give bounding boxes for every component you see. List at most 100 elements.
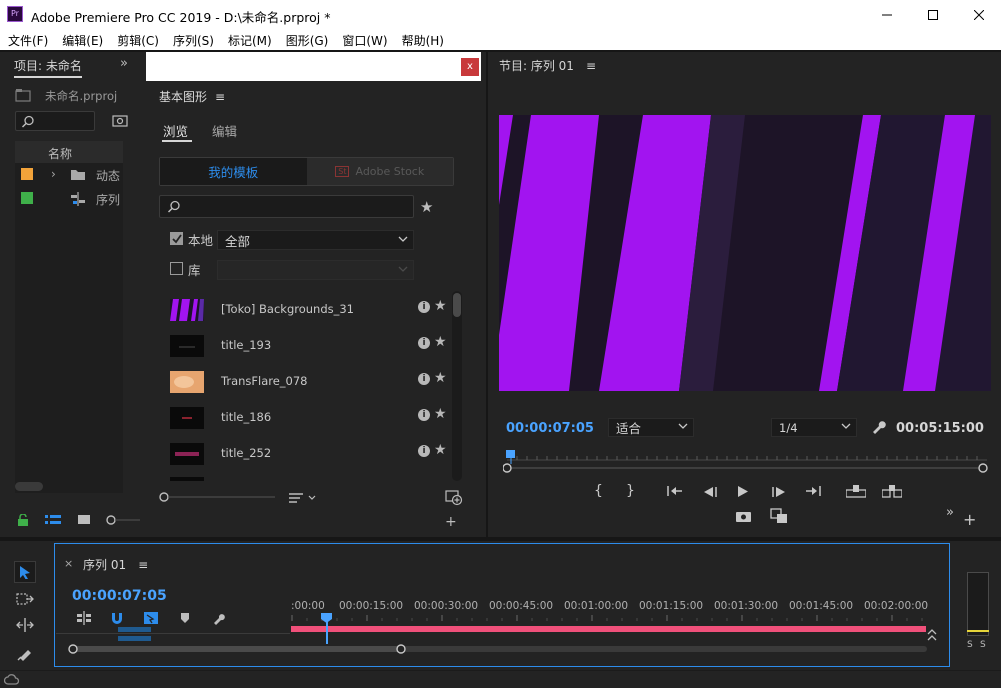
library-dropdown[interactable] bbox=[217, 260, 414, 280]
find-icon[interactable] bbox=[112, 114, 128, 128]
project-search-input[interactable] bbox=[15, 111, 95, 131]
selection-tool[interactable] bbox=[14, 561, 36, 583]
mark-in-icon[interactable]: { bbox=[594, 483, 603, 499]
step-forward-icon[interactable] bbox=[772, 486, 786, 498]
source-patch-indicator[interactable] bbox=[118, 627, 151, 632]
menu-edit[interactable]: 编辑(E) bbox=[62, 32, 103, 49]
button-editor-overflow-icon[interactable]: » bbox=[946, 505, 954, 520]
template-scrollbar-thumb[interactable] bbox=[453, 293, 461, 317]
monitor-time-ruler[interactable] bbox=[503, 450, 989, 474]
solo-left-button[interactable]: S bbox=[967, 640, 973, 650]
label-color-swatch[interactable] bbox=[21, 192, 33, 204]
new-item-icon[interactable] bbox=[445, 490, 463, 506]
close-window-button[interactable] bbox=[956, 0, 1001, 30]
comparison-view-icon[interactable] bbox=[770, 508, 788, 524]
local-checkbox[interactable] bbox=[170, 232, 183, 245]
tab-edit[interactable]: 编辑 bbox=[212, 121, 237, 140]
template-scrollbar-track[interactable] bbox=[452, 291, 462, 481]
menu-sequence[interactable]: 序列(S) bbox=[173, 32, 214, 49]
template-item[interactable]: TransFlare_078 i ★ bbox=[159, 367, 449, 403]
sort-menu-icon[interactable] bbox=[289, 492, 319, 504]
menu-clip[interactable]: 剪辑(C) bbox=[117, 32, 159, 49]
extract-icon[interactable] bbox=[882, 484, 902, 498]
favorites-star-icon[interactable]: ★ bbox=[420, 198, 433, 216]
menu-window[interactable]: 窗口(W) bbox=[342, 32, 387, 49]
library-checkbox[interactable] bbox=[170, 262, 183, 275]
lock-icon[interactable] bbox=[17, 514, 29, 526]
info-icon[interactable]: i bbox=[418, 445, 430, 457]
close-tab-icon[interactable]: × bbox=[64, 557, 73, 570]
go-to-out-icon[interactable] bbox=[805, 485, 821, 497]
timeline-timecode[interactable]: 00:00:07:05 bbox=[72, 588, 167, 604]
menu-file[interactable]: 文件(F) bbox=[8, 32, 48, 49]
star-icon[interactable]: ★ bbox=[434, 442, 447, 458]
resolution-dropdown[interactable]: 1/4 bbox=[771, 418, 857, 437]
template-item[interactable]: title_193 i ★ bbox=[159, 331, 449, 367]
timeline-zoom-scrollbar[interactable] bbox=[66, 643, 928, 655]
wrench-settings-icon[interactable] bbox=[870, 419, 886, 435]
insert-nest-icon[interactable] bbox=[76, 611, 92, 625]
zoom-slider-icon[interactable] bbox=[105, 514, 140, 526]
my-templates-button[interactable]: 我的模板 bbox=[160, 158, 307, 185]
minimize-button[interactable] bbox=[864, 0, 910, 30]
star-icon[interactable]: ★ bbox=[434, 406, 447, 422]
star-icon[interactable]: ★ bbox=[434, 334, 447, 350]
thumbnail-size-slider[interactable] bbox=[159, 491, 277, 503]
fit-dropdown[interactable]: 适合 bbox=[608, 418, 694, 437]
timeline-ruler-ticks[interactable] bbox=[291, 613, 927, 621]
project-scrollbar-thumb[interactable] bbox=[15, 482, 43, 491]
add-button-icon[interactable]: + bbox=[445, 514, 457, 530]
template-search-input[interactable] bbox=[159, 195, 414, 218]
maximize-button[interactable] bbox=[910, 0, 956, 30]
local-folder-dropdown[interactable]: 全部 bbox=[217, 230, 414, 250]
template-item[interactable]: title_186 i ★ bbox=[159, 403, 449, 439]
razor-tool[interactable] bbox=[14, 642, 36, 664]
project-panel-tab[interactable]: 项目: 未命名 bbox=[14, 57, 82, 78]
project-item-row[interactable]: 序列 bbox=[15, 187, 123, 211]
sequence-tab[interactable]: 序列 01 ≡ bbox=[83, 556, 148, 573]
info-icon[interactable]: i bbox=[418, 409, 430, 421]
star-icon[interactable]: ★ bbox=[434, 370, 447, 386]
chevron-right-icon[interactable]: › bbox=[51, 167, 56, 181]
lift-icon[interactable] bbox=[846, 484, 866, 498]
linked-selection-icon[interactable] bbox=[143, 611, 159, 625]
source-patch-indicator[interactable] bbox=[118, 636, 151, 641]
add-marker-icon[interactable] bbox=[180, 612, 190, 624]
panel-close-button[interactable]: x bbox=[461, 58, 479, 76]
solo-right-button[interactable]: S bbox=[980, 640, 986, 650]
ripple-edit-tool[interactable] bbox=[14, 614, 36, 636]
hamburger-menu-icon[interactable]: ≡ bbox=[586, 59, 596, 73]
adobe-stock-button[interactable]: St Adobe Stock bbox=[306, 158, 453, 185]
timeline-settings-wrench-icon[interactable] bbox=[212, 611, 226, 625]
list-view-icon[interactable] bbox=[45, 514, 61, 526]
program-video-frame[interactable] bbox=[499, 115, 991, 391]
panel-overflow-icon[interactable]: » bbox=[120, 56, 128, 71]
tab-browse[interactable]: 浏览 bbox=[163, 121, 188, 140]
project-item-row[interactable]: › 动态 bbox=[15, 163, 123, 187]
export-frame-camera-icon[interactable] bbox=[736, 510, 751, 522]
column-header-name[interactable]: 名称 bbox=[48, 145, 72, 162]
icon-view-icon[interactable] bbox=[77, 514, 91, 526]
mark-out-icon[interactable]: } bbox=[626, 483, 635, 499]
menu-graphics[interactable]: 图形(G) bbox=[286, 32, 329, 49]
info-icon[interactable]: i bbox=[418, 373, 430, 385]
go-to-in-icon[interactable] bbox=[667, 485, 683, 497]
label-color-swatch[interactable] bbox=[21, 168, 33, 180]
snap-magnet-icon[interactable] bbox=[110, 611, 124, 625]
creative-cloud-icon[interactable] bbox=[4, 673, 20, 687]
star-icon[interactable]: ★ bbox=[434, 298, 447, 314]
work-area-bar[interactable] bbox=[291, 626, 926, 632]
step-back-icon[interactable] bbox=[703, 486, 717, 498]
template-item[interactable]: [Toko] Backgrounds_31 i ★ bbox=[159, 295, 449, 331]
menu-marker[interactable]: 标记(M) bbox=[228, 32, 272, 49]
button-editor-add-icon[interactable]: + bbox=[963, 510, 976, 529]
play-icon[interactable] bbox=[737, 485, 749, 498]
track-select-tool[interactable] bbox=[14, 588, 36, 610]
menu-help[interactable]: 帮助(H) bbox=[402, 32, 444, 49]
hamburger-menu-icon[interactable]: ≡ bbox=[215, 90, 225, 104]
template-item[interactable]: title_252 i ★ bbox=[159, 439, 449, 475]
playhead-timecode[interactable]: 00:00:07:05 bbox=[506, 421, 594, 436]
scroll-up-chevron-icon[interactable] bbox=[926, 628, 938, 642]
hamburger-menu-icon[interactable]: ≡ bbox=[138, 558, 148, 572]
info-icon[interactable]: i bbox=[418, 337, 430, 349]
